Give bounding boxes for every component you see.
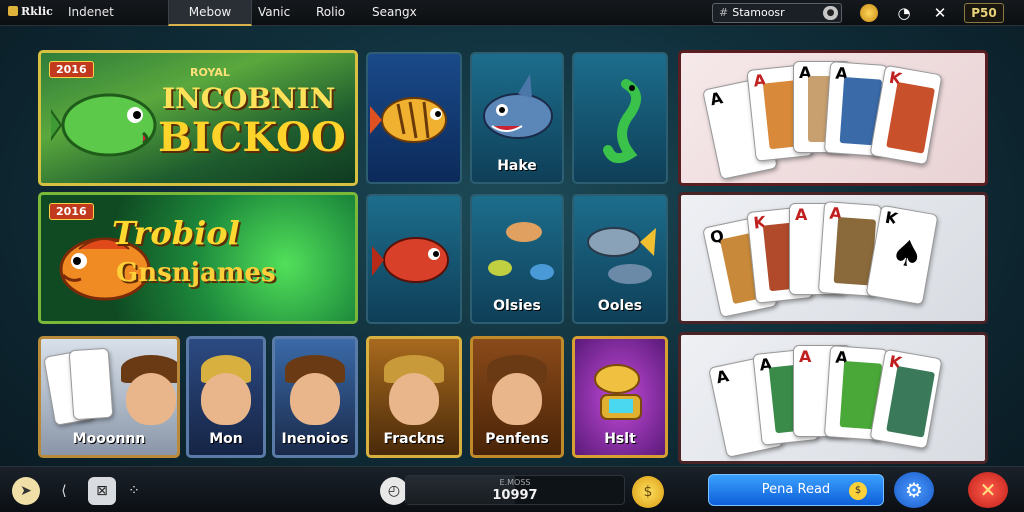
banner-subtitle: ROYAL <box>190 66 230 79</box>
tab-label: Rolio <box>316 5 346 19</box>
search-value: Stamoosr <box>732 6 785 19</box>
coin-icon[interactable] <box>860 4 878 22</box>
tile-label: Hslt <box>604 431 636 447</box>
top-bar: Rklic Indenet Mebow Vanic Rolio Seangx #… <box>0 0 1024 26</box>
hash-icon: # <box>719 6 729 19</box>
fish-game-tile-2[interactable]: Hake <box>470 52 564 184</box>
seahorse-icon <box>603 79 641 164</box>
fish-game-tile-5[interactable]: Olsies <box>470 194 564 324</box>
app-title: Indenet <box>68 5 114 19</box>
tab-vanic[interactable]: Vanic <box>258 0 290 26</box>
character-face <box>290 373 340 425</box>
play-label: Pena Read <box>761 482 831 497</box>
card-rank: A <box>708 88 725 110</box>
fish-game-tile-4[interactable] <box>366 194 462 324</box>
goldfish-icon <box>370 97 447 143</box>
tile-label: Inenoios <box>281 431 349 447</box>
close-icon[interactable]: ✕ <box>930 3 950 23</box>
timer-icon[interactable]: ◴ <box>380 477 408 505</box>
card-panel-3[interactable]: A A A A K <box>678 332 988 464</box>
character-face <box>201 373 251 425</box>
game-tile-4[interactable]: Frackns <box>366 336 462 458</box>
fish-game-tile-3[interactable] <box>572 52 668 184</box>
tab-label: Mebow <box>188 5 232 19</box>
logo-icon <box>8 6 18 16</box>
card-rank: A <box>795 205 808 224</box>
tab-seangx[interactable]: Seangx <box>372 0 417 26</box>
tab-label: Seangx <box>372 5 417 19</box>
fish-game-tile-1[interactable] <box>366 52 462 184</box>
network-icon[interactable]: ⁘ <box>120 477 148 505</box>
tab-mebow[interactable]: Mebow <box>168 0 252 26</box>
headset-icon[interactable]: ◔ <box>894 3 914 23</box>
close-button[interactable]: ✕ <box>968 472 1008 508</box>
card-panel-2[interactable]: Q K A A K ♠ <box>678 192 988 324</box>
gift-icon[interactable]: ⊠ <box>88 477 116 505</box>
fish-game-tile-6[interactable]: Ooles <box>572 194 668 324</box>
game-tile-2[interactable]: Mon <box>186 336 266 458</box>
coin-icon[interactable]: $ <box>632 476 664 508</box>
game-tile-1[interactable]: Mooonnn <box>38 336 180 458</box>
settings-gear-icon[interactable]: ⚙ <box>894 472 934 508</box>
progress-bar: E.MOSS 10997 <box>405 475 625 505</box>
game-tile-5[interactable]: Penfens <box>470 336 564 458</box>
tile-label: Hake <box>497 158 537 174</box>
app-logo[interactable]: Rklic <box>8 5 53 18</box>
banner-title-line2: Gnsnjames <box>116 258 276 288</box>
tab-rolio[interactable]: Rolio <box>316 0 345 26</box>
coin-icon: $ <box>849 482 867 500</box>
banner-chip: 2016 <box>49 203 94 220</box>
tile-label: Penfens <box>485 431 549 447</box>
card-rank: A <box>799 347 812 366</box>
logo-text: Rklic <box>21 5 53 18</box>
progress-caption: E.MOSS <box>499 478 531 487</box>
tile-label: Mon <box>209 431 243 447</box>
banner-title-line1: Trobiol <box>112 214 240 252</box>
tile-label: Ooles <box>597 298 643 314</box>
game-tile-3[interactable]: Inenoios <box>272 336 358 458</box>
toggle-icon[interactable]: ● <box>823 6 838 20</box>
character-face <box>389 373 439 425</box>
balance-badge[interactable]: P50 <box>964 3 1004 23</box>
playing-card <box>68 347 114 421</box>
card-rank: A <box>714 366 731 388</box>
tile-label: Olsies <box>493 298 541 314</box>
card-panel-1[interactable]: A A A A K <box>678 50 988 186</box>
search-input[interactable]: # Stamoosr ● <box>712 3 842 23</box>
fish-illustration <box>51 93 157 157</box>
share-icon[interactable]: ⟨ <box>50 477 78 505</box>
character-face <box>126 373 176 425</box>
banner-title-line2: BICKOO <box>158 114 346 161</box>
arrow-icon[interactable]: ➤ <box>12 477 40 505</box>
app-root: Rklic Indenet Mebow Vanic Rolio Seangx #… <box>0 0 1024 512</box>
banner-title-line1: INCOBNIN <box>162 82 336 115</box>
character-face <box>492 373 542 425</box>
tile-label: Mooonnn <box>72 431 146 447</box>
game-tile-6[interactable]: Hslt <box>572 336 668 458</box>
progress-value: 10997 <box>492 488 538 503</box>
tile-label: Frackns <box>383 431 445 447</box>
redfish-icon <box>372 237 449 283</box>
tab-label: Vanic <box>258 5 291 19</box>
play-button[interactable]: Pena Read $ <box>708 474 884 506</box>
